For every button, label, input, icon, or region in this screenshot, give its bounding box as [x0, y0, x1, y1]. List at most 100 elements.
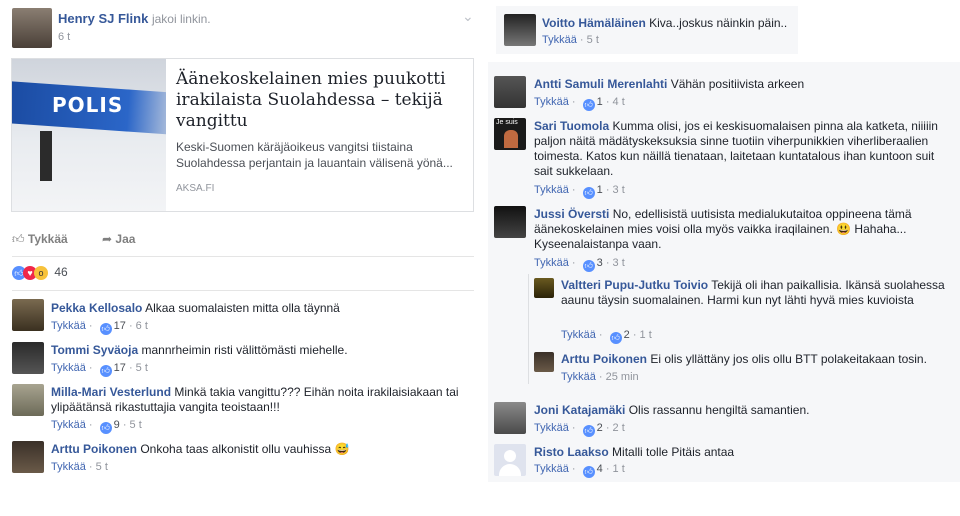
- comment-meta: Tykkää · 👍︎ 9 · 5 t: [51, 419, 142, 434]
- commenter-name[interactable]: Sari Tuomola: [534, 119, 609, 133]
- comment-like-link[interactable]: Tykkää: [561, 329, 596, 341]
- comment-time[interactable]: 2 t: [613, 422, 625, 434]
- comment-text: Valtteri Pupu-Jutku Toivio Tekijä oli ih…: [561, 278, 951, 308]
- author-avatar[interactable]: [12, 8, 52, 48]
- comment-like-link[interactable]: Tykkää: [51, 419, 86, 431]
- avatar[interactable]: [494, 402, 526, 434]
- comment-like-link[interactable]: Tykkää: [542, 34, 577, 46]
- default-avatar[interactable]: [494, 444, 526, 476]
- commenter-name[interactable]: Tommi Syväoja: [51, 343, 138, 357]
- wow-reaction-icon: o: [34, 266, 48, 280]
- comment-text: Milla-Mari Vesterlund Minkä takia vangit…: [51, 385, 471, 415]
- comment-time[interactable]: 1 t: [613, 463, 625, 475]
- avatar[interactable]: [12, 299, 44, 331]
- comment-like-link[interactable]: Tykkää: [561, 371, 596, 383]
- comment-body: Olis rassannu hengiltä samantien.: [628, 403, 810, 417]
- post-time[interactable]: 6 t: [58, 31, 70, 43]
- avatar[interactable]: [12, 441, 44, 473]
- commenter-name[interactable]: Arttu Poikonen: [51, 442, 137, 456]
- comment-time[interactable]: 3 t: [613, 257, 625, 269]
- like-icon: 👍︎: [609, 332, 622, 344]
- comment-text: Sari Tuomola Kumma olisi, jos ei keskisu…: [534, 119, 946, 179]
- commenter-name[interactable]: Antti Samuli Merenlahti: [534, 77, 667, 91]
- comment-time[interactable]: 1 t: [640, 329, 652, 341]
- comment-body: Kiva..joskus näinkin päin..: [649, 16, 788, 30]
- avatar[interactable]: [504, 14, 536, 46]
- link-source: AKSA.FI: [176, 183, 215, 194]
- like-count[interactable]: 2: [597, 422, 603, 434]
- like-count[interactable]: 1: [597, 184, 603, 196]
- comment-text: Joni Katajamäki Olis rassannu hengiltä s…: [534, 403, 954, 418]
- avatar[interactable]: [494, 206, 526, 238]
- comment-text: Jussi Översti No, edellisistä uutisista …: [534, 207, 954, 252]
- comment-like-link[interactable]: Tykkää: [534, 422, 569, 434]
- chevron-down-icon[interactable]: ⌄: [462, 8, 474, 25]
- commenter-name[interactable]: Voitto Hämäläinen: [542, 16, 646, 30]
- comment-like-link[interactable]: Tykkää: [534, 184, 569, 196]
- comment-meta: Tykkää · 👍︎ 17 · 5 t: [51, 362, 148, 377]
- like-count[interactable]: 1: [597, 96, 603, 108]
- like-icon: 👍︎: [582, 99, 595, 111]
- thumbs-up-icon: 👍︎: [12, 232, 25, 246]
- comment-like-link[interactable]: Tykkää: [51, 320, 86, 332]
- comment-time[interactable]: 3 t: [613, 184, 625, 196]
- comment-time[interactable]: 5 t: [96, 461, 108, 473]
- like-icon: 👍︎: [582, 187, 595, 199]
- comment-meta: Tykkää · 5 t: [51, 461, 108, 473]
- comment-body: Alkaa suomalaisten mitta olla täynnä: [145, 301, 340, 315]
- like-count[interactable]: 2: [624, 329, 630, 341]
- comment-like-link[interactable]: Tykkää: [51, 362, 86, 374]
- avatar[interactable]: [534, 278, 554, 298]
- comment-like-link[interactable]: Tykkää: [534, 257, 569, 269]
- avatar[interactable]: Je suis: [494, 118, 526, 150]
- comment-body: Ei olis yllättäny jos olis ollu BTT pola…: [650, 352, 927, 366]
- comment-meta: Tykkää · 👍︎ 4 · 1 t: [534, 463, 625, 478]
- commenter-name[interactable]: Joni Katajamäki: [534, 403, 625, 417]
- comment-time[interactable]: 4 t: [613, 96, 625, 108]
- like-count[interactable]: 17: [114, 320, 126, 332]
- comment-time[interactable]: 5 t: [130, 419, 142, 431]
- comment-meta: Tykkää · 5 t: [542, 34, 599, 46]
- comment-time[interactable]: 5 t: [136, 362, 148, 374]
- link-description: Keski-Suomen käräjäoikeus vangitsi tiist…: [176, 140, 453, 170]
- reactions-summary[interactable]: 👍︎ ♥ o 46: [12, 265, 68, 280]
- commenter-name[interactable]: Pekka Kellosalo: [51, 301, 142, 315]
- comment-time[interactable]: 25 min: [606, 371, 639, 383]
- avatar[interactable]: [12, 384, 44, 416]
- comment-text: Pekka Kellosalo Alkaa suomalaisten mitta…: [51, 301, 471, 316]
- share-button-label: Jaa: [115, 232, 136, 246]
- like-button[interactable]: 👍︎ Tykkää: [12, 232, 68, 247]
- comment-like-link[interactable]: Tykkää: [534, 96, 569, 108]
- comment-meta: Tykkää · 25 min: [561, 371, 639, 383]
- comment-time[interactable]: 5 t: [587, 34, 599, 46]
- share-button[interactable]: ➦ Jaa: [102, 232, 135, 246]
- comment-like-link[interactable]: Tykkää: [51, 461, 86, 473]
- comment-like-link[interactable]: Tykkää: [534, 463, 569, 475]
- like-icon: 👍︎: [582, 466, 595, 478]
- comment-time[interactable]: 6 t: [136, 320, 148, 332]
- author-name[interactable]: Henry SJ Flink: [58, 11, 148, 26]
- avatar[interactable]: [494, 76, 526, 108]
- commenter-name[interactable]: Milla-Mari Vesterlund: [51, 385, 171, 399]
- like-icon: 👍︎: [99, 365, 112, 377]
- avatar[interactable]: [12, 342, 44, 374]
- commenter-name[interactable]: Jussi Översti: [534, 207, 609, 221]
- top-comment-card: Voitto Hämäläinen Kiva..joskus näinkin p…: [496, 6, 798, 54]
- like-count[interactable]: 4: [597, 463, 603, 475]
- like-icon: 👍︎: [99, 323, 112, 335]
- comment-text: Arttu Poikonen Onkoha taas alkonistit ol…: [51, 442, 471, 457]
- link-image: POLIS: [12, 59, 166, 211]
- like-count[interactable]: 17: [114, 362, 126, 374]
- link-title[interactable]: Äänekoskelainen mies puukotti irakilaist…: [176, 69, 466, 132]
- like-icon: 👍︎: [99, 422, 112, 434]
- post-header: Henry SJ Flink jakoi linkin.: [58, 11, 211, 26]
- commenter-name[interactable]: Arttu Poikonen: [561, 352, 647, 366]
- reply-thread-line: [528, 274, 529, 384]
- comment-body: Vähän positiivista arkeen: [670, 77, 805, 91]
- commenter-name[interactable]: Risto Laakso: [534, 445, 609, 459]
- like-count[interactable]: 3: [597, 257, 603, 269]
- like-count[interactable]: 9: [114, 419, 120, 431]
- link-preview[interactable]: POLIS Äänekoskelainen mies puukotti irak…: [11, 58, 474, 212]
- avatar[interactable]: [534, 352, 554, 372]
- commenter-name[interactable]: Valtteri Pupu-Jutku Toivio: [561, 278, 708, 292]
